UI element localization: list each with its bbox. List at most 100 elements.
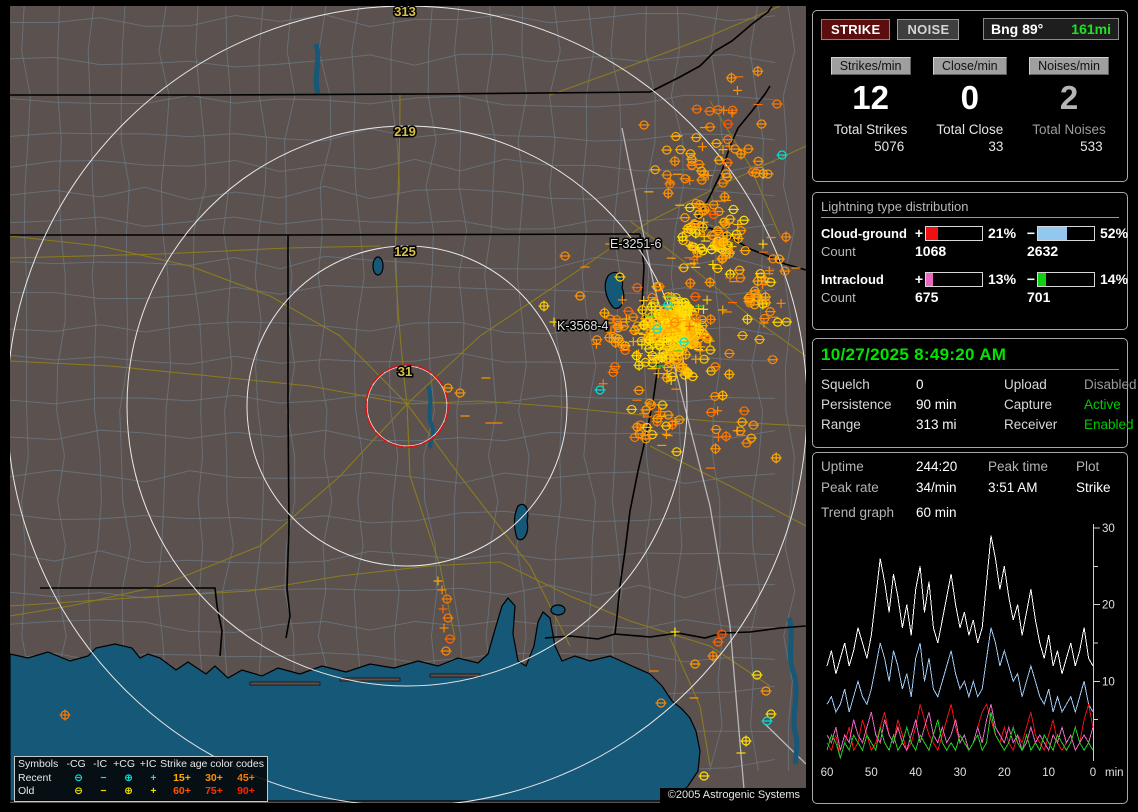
minus-ic-icon: − <box>91 785 116 799</box>
capture-status: Active <box>1084 397 1137 412</box>
close-per-min-chip[interactable]: Close/min <box>933 57 1007 75</box>
total-noises-label: Total Noises <box>1032 122 1106 137</box>
minus-ic-icon: − <box>91 772 116 786</box>
bearing-label: Bng 89° <box>991 21 1043 37</box>
legend-recent-row: Recent ⊖ − ⊕ + 15+ 30+ 45+ <box>18 772 264 786</box>
svg-text:E-3251-6: E-3251-6 <box>610 237 661 251</box>
svg-text:min: min <box>1105 767 1124 779</box>
map-canvas: 313 219 125 31 E-3251-6 K-3568-4 <box>10 6 806 803</box>
svg-text:60: 60 <box>821 767 833 779</box>
trend-graph-label: Trend graph <box>821 505 916 520</box>
svg-text:20: 20 <box>1102 600 1115 612</box>
bearing-distance: 161mi <box>1071 21 1111 37</box>
strike-button[interactable]: STRIKE <box>821 19 890 40</box>
minus-sign: − <box>1025 271 1037 287</box>
squelch-value: 0 <box>916 377 1004 392</box>
status-box: 10/27/2025 8:49:20 AM Squelch 0 Upload D… <box>812 338 1128 448</box>
trend-window-value: 60 min <box>916 505 957 520</box>
svg-text:30: 30 <box>1102 523 1115 535</box>
intracloud-label: Intracloud <box>821 272 913 287</box>
strikes-rate-column: Strikes/min 12 Total Strikes 5076 <box>821 57 920 154</box>
upload-label: Upload <box>1004 377 1084 392</box>
cg-minus-bar <box>1037 226 1095 241</box>
upload-status: Disabled <box>1084 377 1137 392</box>
legend-nic-label: -IC <box>88 758 112 772</box>
noises-per-min-value: 2 <box>1060 77 1078 119</box>
minus-cg-icon: ⊖ <box>66 785 91 799</box>
range-label: Range <box>821 417 916 432</box>
plus-cg-icon: ⊕ <box>116 785 141 799</box>
strikes-per-min-chip[interactable]: Strikes/min <box>831 57 911 75</box>
trend-box: Uptime 244:20 Peak time Plot Peak rate 3… <box>812 452 1128 804</box>
close-per-min-value: 0 <box>961 77 979 119</box>
svg-text:125: 125 <box>394 244 416 259</box>
strikes-per-min-value: 12 <box>852 77 889 119</box>
distribution-title: Lightning type distribution <box>821 199 1119 218</box>
total-strikes-value: 5076 <box>874 139 920 154</box>
ic-minus-bar <box>1037 272 1095 287</box>
plot-value: Strike <box>1076 480 1123 495</box>
svg-text:219: 219 <box>394 124 416 139</box>
ic-plus-pct: 13% <box>983 271 1025 287</box>
svg-text:313: 313 <box>394 6 416 19</box>
peak-rate-label: Peak rate <box>821 480 916 495</box>
svg-text:10: 10 <box>1102 676 1115 688</box>
svg-text:20: 20 <box>998 767 1011 779</box>
receiver-status: Enabled <box>1084 417 1137 432</box>
total-noises-value: 533 <box>1080 139 1119 154</box>
cg-count-label: Count <box>821 244 913 259</box>
plus-sign: + <box>913 271 925 287</box>
legend-symbols-label: Symbols <box>18 758 64 772</box>
ic-minus-pct: 14% <box>1095 271 1137 287</box>
minus-cg-icon: ⊖ <box>66 772 91 786</box>
receiver-label: Receiver <box>1004 417 1084 432</box>
svg-text:31: 31 <box>398 364 412 379</box>
trend-graph: 10 20 30 60 50 40 30 20 10 0 min <box>821 520 1131 782</box>
svg-text:40: 40 <box>909 767 922 779</box>
svg-text:10: 10 <box>1042 767 1055 779</box>
legend-ncg-label: -CG <box>64 758 88 772</box>
cg-minus-count: 2632 <box>1025 243 1137 259</box>
close-rate-column: Close/min 0 Total Close 33 <box>920 57 1019 154</box>
peak-time-label: Peak time <box>988 459 1076 474</box>
uptime-label: Uptime <box>821 459 916 474</box>
plus-cg-icon: ⊕ <box>116 772 141 786</box>
plus-ic-icon: + <box>141 785 166 799</box>
total-close-value: 33 <box>988 139 1019 154</box>
capture-label: Capture <box>1004 397 1084 412</box>
uptime-value: 244:20 <box>916 459 988 474</box>
nexstorm-window: { "panel": { "buttons": {"strike": "STRI… <box>0 0 1138 812</box>
plot-label: Plot <box>1076 459 1123 474</box>
bearing-display: Bng 89° 161mi <box>983 18 1119 40</box>
legend-old-row: Old ⊖ − ⊕ + 60+ 75+ 90+ <box>18 785 264 799</box>
persistence-value: 90 min <box>916 397 1004 412</box>
cloud-ground-label: Cloud-ground <box>821 226 913 241</box>
ic-plus-count: 675 <box>913 289 1025 305</box>
cg-plus-count: 1068 <box>913 243 1025 259</box>
cg-minus-pct: 52% <box>1095 225 1137 241</box>
legend-header-row: Symbols -CG -IC +CG +IC Strike age color… <box>18 758 264 772</box>
persistence-label: Persistence <box>821 397 916 412</box>
svg-text:K-3568-4: K-3568-4 <box>557 319 608 333</box>
svg-text:50: 50 <box>865 767 878 779</box>
legend-pic-label: +IC <box>136 758 160 772</box>
peak-time-value: 3:51 AM <box>988 480 1076 495</box>
total-strikes-label: Total Strikes <box>834 122 908 137</box>
minus-sign: − <box>1025 225 1037 241</box>
noise-button[interactable]: NOISE <box>897 19 959 40</box>
plus-sign: + <box>913 225 925 241</box>
svg-text:0: 0 <box>1090 767 1096 779</box>
ic-count-label: Count <box>821 290 913 305</box>
noises-per-min-chip[interactable]: Noises/min <box>1029 57 1109 75</box>
legend-pcg-label: +CG <box>112 758 136 772</box>
lightning-map[interactable]: 313 219 125 31 E-3251-6 K-3568-4 Symbols -CG… <box>10 6 806 803</box>
cg-plus-bar <box>925 226 983 241</box>
cg-plus-pct: 21% <box>983 225 1025 241</box>
ic-plus-bar <box>925 272 983 287</box>
peak-rate-value: 34/min <box>916 480 988 495</box>
copyright-text: ©2005 Astrogenic Systems <box>660 788 806 803</box>
legend-ages-label: Strike age color codes <box>160 758 264 772</box>
svg-text:30: 30 <box>954 767 967 779</box>
squelch-label: Squelch <box>821 377 916 392</box>
total-close-label: Total Close <box>936 122 1003 137</box>
